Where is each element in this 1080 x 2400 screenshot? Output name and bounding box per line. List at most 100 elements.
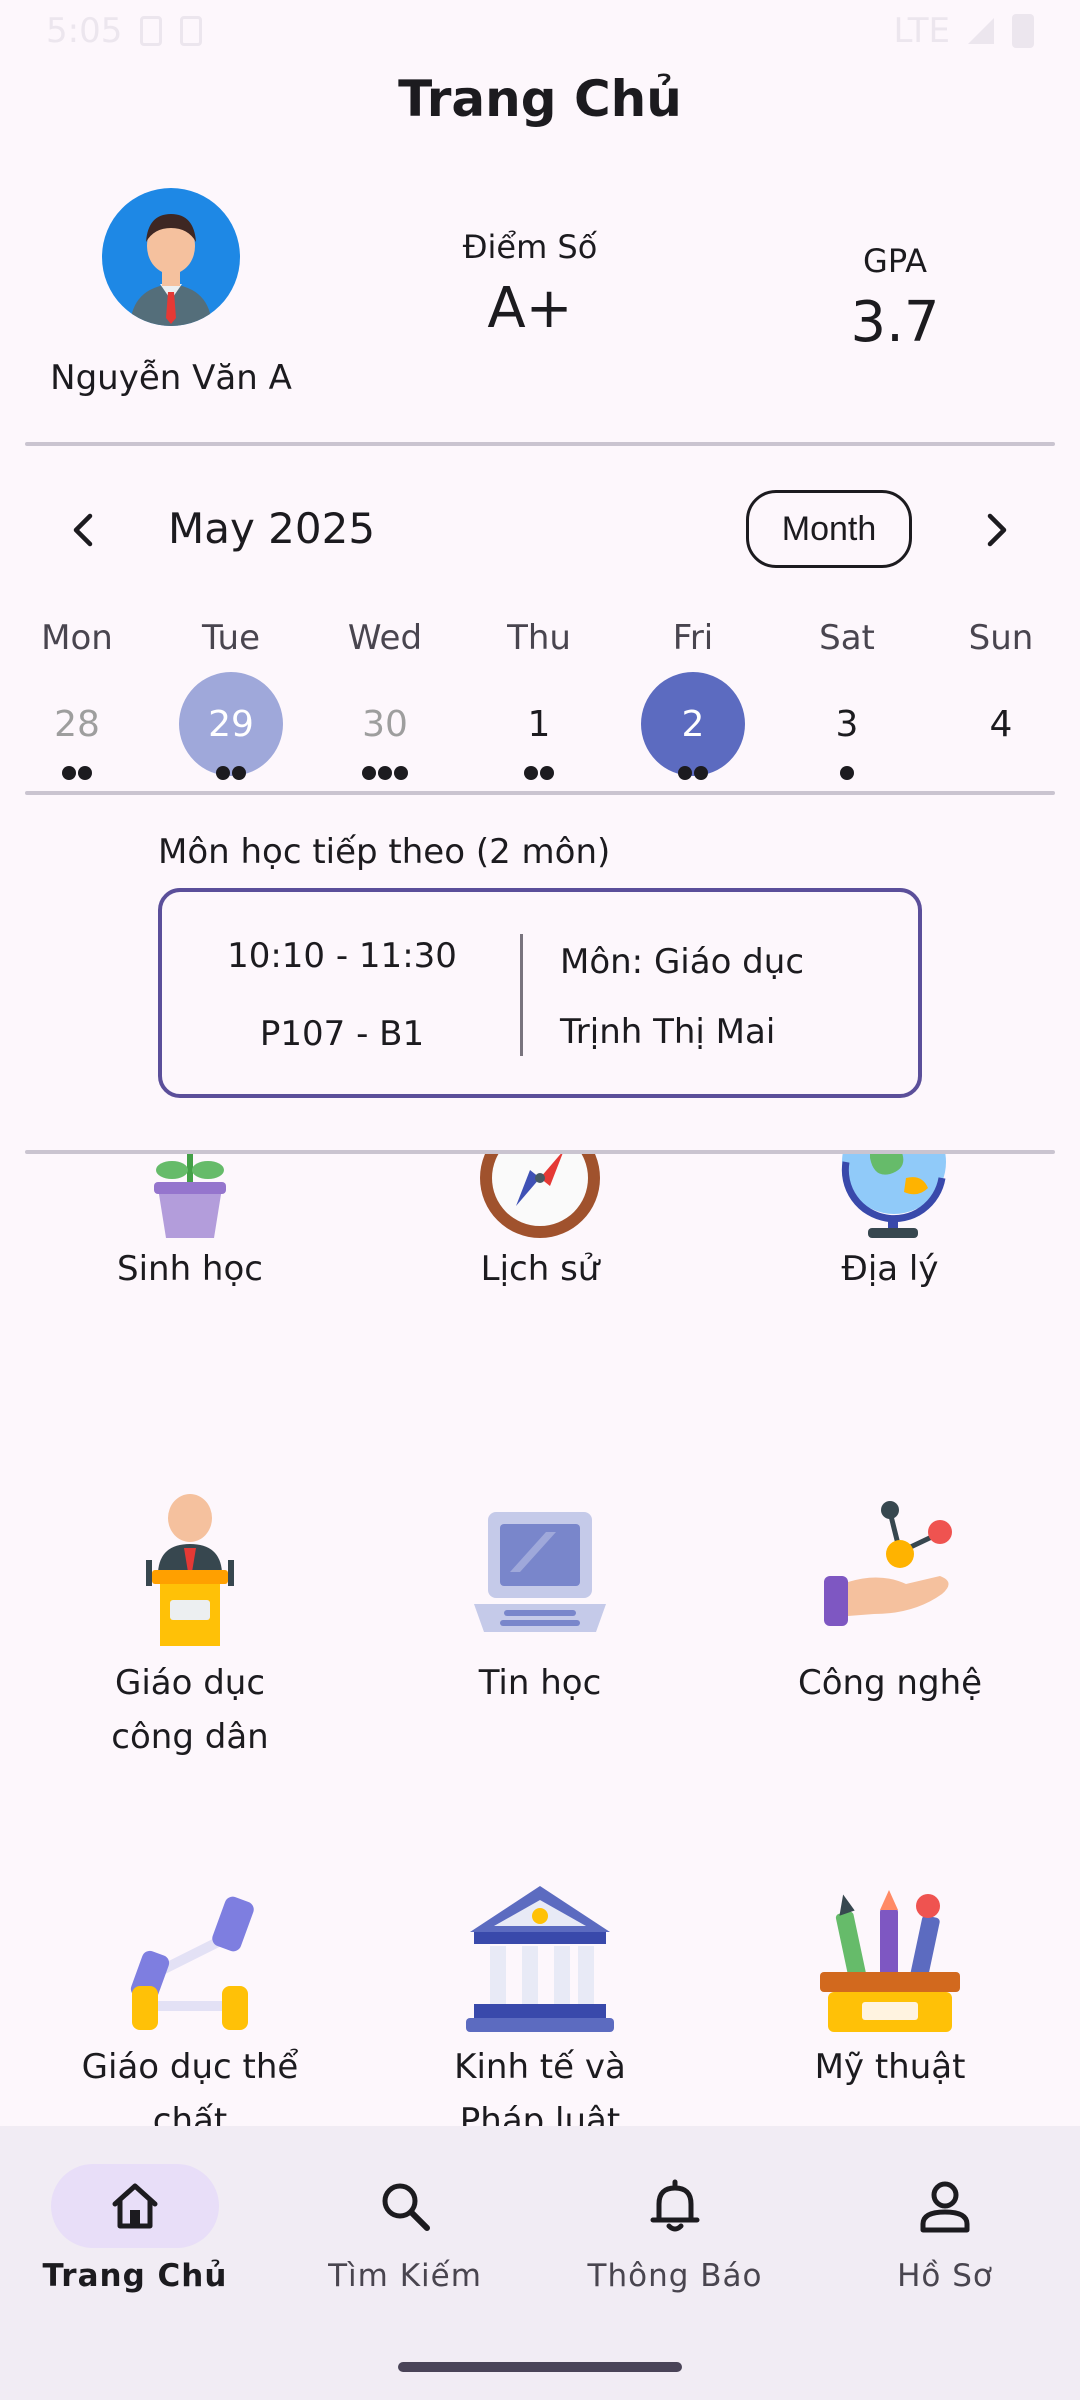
subject-tile[interactable]: Sinh học <box>40 1154 340 1296</box>
weekday-label: Thu <box>507 618 571 658</box>
calendar-day[interactable]: 28 <box>0 672 154 788</box>
calendar-day[interactable]: 1 <box>462 672 616 788</box>
nav-item-home[interactable]: Trang Chủ <box>0 2164 270 2294</box>
nav-label: Tìm Kiếm <box>328 2258 482 2294</box>
class-time-room: 10:10 - 11:30 P107 - B1 <box>162 892 522 1094</box>
status-time: 5:05 <box>46 11 123 51</box>
laptop-icon <box>474 1512 606 1632</box>
subject-tile[interactable]: Địa lý <box>740 1154 1040 1296</box>
subject-tile[interactable]: Mỹ thuật <box>740 1876 1040 2094</box>
gpa-value: 3.7 <box>850 290 940 355</box>
subject-label: Lịch sử <box>480 1249 600 1289</box>
subject-grid[interactable]: Sinh học Lịch sử Địa lý Giáo dục công dâ… <box>0 1154 1080 2126</box>
clipboard-notification-icon <box>180 16 203 46</box>
calendar-day[interactable]: 29 <box>154 672 308 788</box>
day-number: 29 <box>179 672 283 776</box>
calendar-day[interactable]: 4 <box>924 672 1078 788</box>
globe-icon <box>841 1154 946 1238</box>
day-number: 1 <box>527 703 551 745</box>
subject-label: Kinh tế và Pháp luật <box>454 2047 626 2126</box>
month-label: May 2025 <box>168 504 376 553</box>
divider <box>25 791 1055 795</box>
nav-indicator <box>321 2164 489 2248</box>
weekday-label: Sun <box>968 618 1034 658</box>
event-dots <box>154 766 308 780</box>
subject-tile[interactable]: Kinh tế và Pháp luật <box>390 1876 690 2126</box>
nav-label: Trang Chủ <box>42 2258 228 2294</box>
card-divider <box>520 934 523 1056</box>
signal-icon <box>968 18 994 44</box>
day-number: 28 <box>54 703 100 745</box>
subject-tile[interactable]: Công nghệ <box>740 1492 1040 1710</box>
event-dot <box>232 766 246 780</box>
home-icon <box>112 2183 158 2229</box>
compass-icon <box>480 1154 600 1238</box>
home-gesture-bar[interactable] <box>398 2362 682 2372</box>
molecule-hand-icon <box>824 1501 952 1626</box>
subject-tile[interactable]: Tin học <box>390 1492 690 1710</box>
nav-indicator <box>861 2164 1029 2248</box>
profile-card[interactable]: Nguyễn Văn A <box>40 188 302 398</box>
calendar-day[interactable]: 2 <box>616 672 770 788</box>
subject-label: Giáo dục công dân <box>111 1663 269 1757</box>
speaker-podium-icon <box>146 1494 234 1646</box>
bell-icon <box>650 2179 700 2232</box>
day-number: 4 <box>989 703 1013 745</box>
view-format-button[interactable]: Month <box>746 490 912 568</box>
class-info: Môn: Giáo dục Trịnh Thị Mai <box>560 892 804 1094</box>
subject-tile[interactable]: Giáo dục thể chất <box>40 1876 340 2126</box>
subject-label: Tin học <box>478 1663 602 1703</box>
event-dot <box>540 766 554 780</box>
event-dots <box>308 766 462 780</box>
score-value: A+ <box>487 276 573 341</box>
subject-label: Mỹ thuật <box>814 2047 966 2087</box>
event-dots <box>770 766 924 780</box>
nav-indicator <box>51 2164 219 2248</box>
calendar-header: May 2025 Month <box>0 490 1080 570</box>
calendar-week: 28 29 30 1 2 3 4 <box>0 672 1080 788</box>
image-notification-icon <box>140 16 163 46</box>
event-dot <box>524 766 538 780</box>
chevron-right-icon[interactable] <box>974 508 1018 552</box>
gpa-label: GPA <box>863 242 927 280</box>
student-avatar-icon <box>130 214 212 326</box>
chevron-left-icon[interactable] <box>62 508 106 552</box>
nav-item-search[interactable]: Tìm Kiếm <box>270 2164 540 2294</box>
calendar-day[interactable]: 3 <box>770 672 924 788</box>
battery-icon <box>1012 14 1034 48</box>
event-dot <box>362 766 376 780</box>
weekday-label: Wed <box>347 618 423 658</box>
gpa-stat: GPA 3.7 <box>790 242 1000 355</box>
event-dot <box>378 766 392 780</box>
nav-item-notifications[interactable]: Thông Báo <box>540 2164 810 2294</box>
bottom-navigation: Trang Chủ Tìm Kiếm Thông Báo Hồ Sơ <box>0 2126 1080 2400</box>
class-teacher: Trịnh Thị Mai <box>560 1012 776 1052</box>
art-supplies-icon <box>820 1890 960 2032</box>
calendar-day[interactable]: 30 <box>308 672 462 788</box>
day-number: 2 <box>641 672 745 776</box>
class-time: 10:10 - 11:30 <box>227 936 457 976</box>
divider <box>25 442 1055 446</box>
nav-item-profile[interactable]: Hồ Sơ <box>810 2164 1080 2294</box>
score-stat: Điểm Số A+ <box>400 228 660 341</box>
event-dot <box>216 766 230 780</box>
avatar[interactable] <box>102 188 240 326</box>
day-number: 3 <box>835 703 859 745</box>
event-dots <box>462 766 616 780</box>
next-class-card[interactable]: 10:10 - 11:30 P107 - B1 Môn: Giáo dục Tr… <box>158 888 922 1098</box>
subject-tile[interactable]: Lịch sử <box>390 1154 690 1296</box>
person-icon <box>920 2181 970 2233</box>
next-class-title: Môn học tiếp theo (2 môn) <box>158 832 611 872</box>
event-dot <box>394 766 408 780</box>
page-title: Trang Chủ <box>398 70 682 128</box>
weekday-label: Fri <box>672 618 714 658</box>
subject-tile[interactable]: Giáo dục công dân <box>40 1492 340 1764</box>
event-dots <box>616 766 770 780</box>
weekday-label: Mon <box>41 618 113 658</box>
event-dot <box>694 766 708 780</box>
weekday-label: Sat <box>819 618 875 658</box>
nav-indicator <box>591 2164 759 2248</box>
search-icon <box>382 2183 430 2231</box>
class-subject: Môn: Giáo dục <box>560 942 805 982</box>
subject-label: Sinh học <box>117 1249 263 1289</box>
